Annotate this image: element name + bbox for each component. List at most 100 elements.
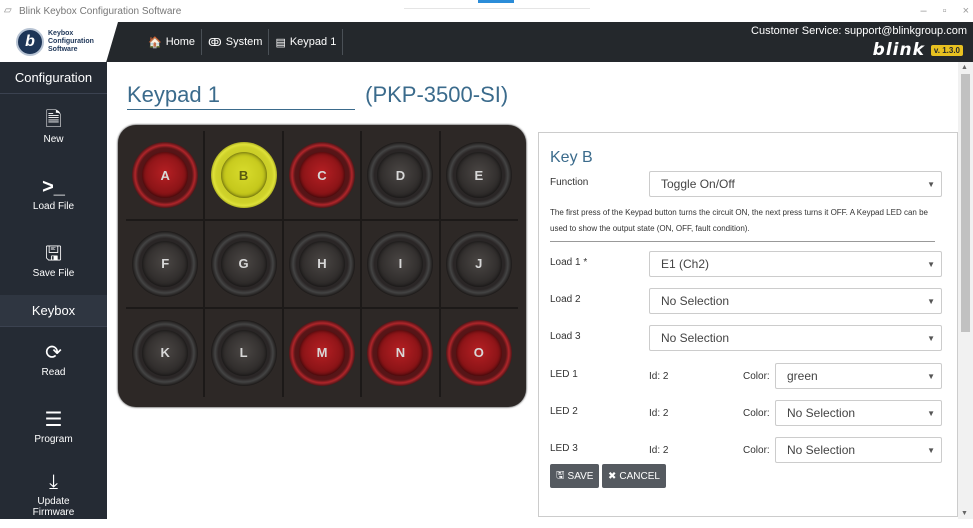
load-3-select[interactable]: No Selection ▼ — [649, 325, 942, 351]
sidebar-item-save-file[interactable]: 🖫 Save File — [0, 228, 107, 295]
keypad-key-a[interactable]: A — [132, 142, 199, 209]
app-logo[interactable]: b Keybox Configuration Software — [0, 22, 118, 62]
minimize-icon[interactable]: – — [921, 5, 927, 17]
sidebar-item-update-firmware[interactable]: ⤓ Update Firmware — [0, 461, 107, 528]
led-1-color-select[interactable]: green ▼ — [775, 363, 942, 389]
sidebar-item-label: Read — [41, 367, 66, 378]
chevron-down-icon: ▼ — [927, 333, 935, 343]
keypad-name[interactable]: Keypad 1 — [127, 82, 355, 110]
keypad-key-e[interactable]: E — [445, 142, 512, 209]
keypad-key-i[interactable]: I — [367, 230, 434, 297]
close-icon[interactable]: × — [963, 5, 969, 17]
load-2-label: Load 2 — [550, 294, 581, 305]
sidebar-item-new[interactable]: 🗎 New — [0, 94, 107, 161]
key-label: C — [299, 152, 345, 199]
led-2-label: LED 2 — [550, 406, 578, 417]
key-label: N — [377, 329, 424, 376]
keypad-key-j[interactable]: J — [445, 230, 512, 297]
sidebar-item-label: Update Firmware — [32, 495, 75, 518]
breadcrumb: 🏠 Home ↂ System ▤ Keypad 1 — [142, 22, 344, 62]
nav-home[interactable]: 🏠 Home — [142, 29, 203, 55]
keypad-key-m[interactable]: M — [289, 319, 355, 386]
keypad-key-l[interactable]: L — [210, 319, 277, 386]
scroll-down-icon[interactable]: ▼ — [961, 510, 968, 517]
load-2-select[interactable]: No Selection ▼ — [649, 288, 942, 314]
key-label: E — [455, 152, 502, 199]
keypad-key-f[interactable]: F — [132, 230, 199, 297]
key-label: J — [455, 240, 502, 287]
chevron-down-icon: ▼ — [927, 259, 935, 269]
keypad-key-g[interactable]: G — [210, 230, 277, 297]
chevron-down-icon: ▼ — [927, 408, 935, 418]
keypad-divider — [126, 307, 518, 310]
top-navbar: b Keybox Configuration Software 🏠 Home ↂ… — [0, 22, 973, 62]
keypad-grid: ABCDE FGHIJ KLMNO — [126, 131, 518, 397]
keypad-divider — [126, 218, 518, 221]
keypad-divider — [281, 131, 284, 397]
led-3-color-value: No Selection — [787, 443, 856, 457]
nav-system-label: System — [225, 36, 263, 48]
file-icon: 🗎 — [45, 109, 62, 131]
sidebar-item-load-file[interactable]: >_ Load File — [0, 161, 107, 228]
nav-keypad-label: Keypad 1 — [289, 36, 337, 48]
led-1-id: Id: 2 — [649, 371, 669, 382]
brand: blink v. 1.3.0 — [873, 40, 963, 60]
key-config-panel: Key B Function Toggle On/Off ▼ The first… — [538, 132, 958, 517]
keypad-key-k[interactable]: K — [132, 319, 199, 386]
save-button[interactable]: 🖫 SAVE — [550, 464, 600, 488]
keypad-divider — [203, 131, 206, 397]
brand-logo: blink — [872, 40, 925, 60]
key-label: O — [455, 329, 502, 376]
key-label: H — [299, 240, 345, 287]
led-2-color-value: No Selection — [787, 406, 856, 420]
sidebar-item-program[interactable]: ☰ Program — [0, 394, 107, 461]
keypad-key-c[interactable]: C — [289, 142, 355, 209]
nav-system[interactable]: ↂ System — [202, 29, 270, 55]
divider — [550, 241, 935, 242]
keypad-key-h[interactable]: H — [289, 230, 355, 297]
key-label: K — [142, 329, 189, 376]
load-3-value: No Selection — [661, 331, 730, 345]
nav-keypad-1[interactable]: ▤ Keypad 1 — [269, 29, 344, 55]
main-content: Keypad 1 (PKP-3500-SI) ABCDE FGHIJ KLMNO K… — [107, 62, 958, 519]
scrollbar-thumb[interactable] — [961, 74, 970, 332]
main-scrollbar[interactable]: ▲ ▼ — [958, 62, 973, 519]
keypad-key-b[interactable]: B — [210, 142, 277, 209]
save-icon: 🖫 — [556, 469, 565, 481]
maximize-icon[interactable]: ▫ — [943, 5, 947, 17]
sidebar-header-configuration: Configuration — [0, 62, 107, 94]
key-label: L — [220, 329, 267, 376]
keypad-key-d[interactable]: D — [367, 142, 434, 209]
system-icon: ↂ — [208, 36, 222, 49]
keypad-key-n[interactable]: N — [367, 319, 434, 386]
key-label: I — [377, 240, 424, 287]
led-2-id: Id: 2 — [649, 408, 669, 419]
customer-service-text[interactable]: Customer Service: support@blinkgroup.com — [751, 25, 967, 37]
window-controls: – ▫ × — [921, 0, 969, 22]
titlebar-divider — [404, 8, 590, 9]
keypad-model: (PKP-3500-SI) — [365, 82, 509, 107]
sidebar-item-label: New — [43, 134, 64, 145]
close-icon: ✖ — [608, 470, 617, 482]
version-badge: v. 1.3.0 — [930, 44, 963, 56]
key-label: G — [220, 240, 267, 287]
led-3-color-select[interactable]: No Selection ▼ — [775, 437, 942, 463]
led-1-color-value: green — [787, 369, 818, 383]
logo-text: Keybox Configuration Software — [48, 30, 94, 53]
function-select[interactable]: Toggle On/Off ▼ — [649, 171, 942, 197]
home-icon: 🏠 — [148, 36, 162, 49]
keypad-key-o[interactable]: O — [445, 319, 512, 386]
function-value: Toggle On/Off — [661, 177, 735, 191]
function-label: Function — [550, 177, 589, 188]
refresh-icon: ⟳ — [45, 342, 62, 364]
led-2-color-select[interactable]: No Selection ▼ — [775, 400, 942, 426]
cancel-button[interactable]: ✖ CANCEL — [602, 464, 666, 488]
keypad-divider — [438, 131, 441, 397]
sidebar-item-read[interactable]: ⟳ Read — [0, 327, 107, 394]
key-label: B — [220, 152, 267, 199]
chevron-down-icon: ▼ — [927, 179, 935, 189]
app-icon: ▱ — [4, 5, 12, 16]
sidebar: Configuration 🗎 New >_ Load File 🖫 Save … — [0, 62, 107, 519]
scroll-up-icon[interactable]: ▲ — [961, 64, 968, 71]
load-1-select[interactable]: E1 (Ch2) ▼ — [649, 251, 942, 277]
